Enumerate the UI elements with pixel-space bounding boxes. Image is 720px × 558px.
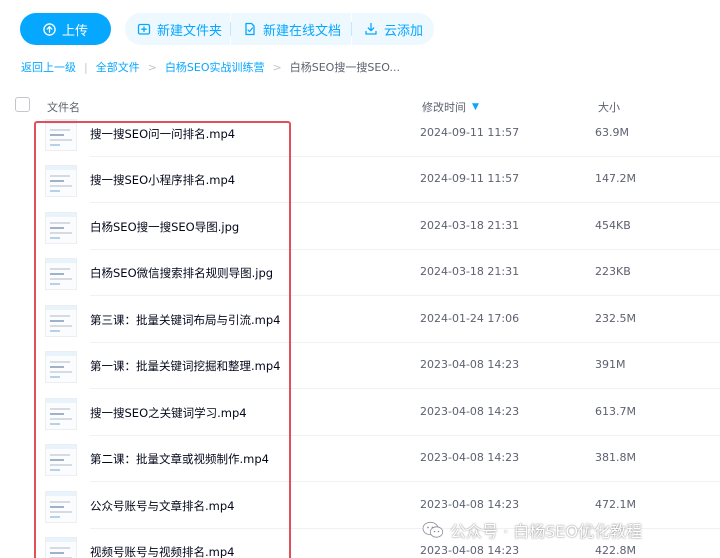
- file-thumbnail: [45, 398, 77, 430]
- breadcrumb-back-link[interactable]: 返回上一级: [21, 59, 76, 75]
- cloud-add-button[interactable]: 云添加: [352, 13, 434, 45]
- file-modified-time: 2024-01-24 17:06: [420, 312, 520, 325]
- file-name[interactable]: 第二课：批量文章或视频制作.mp4: [90, 451, 269, 467]
- breadcrumb: 返回上一级 | 全部文件 > 白杨SEO实战训练营 > 白杨SEO搜一搜SEO.…: [21, 59, 400, 75]
- file-name[interactable]: 白杨SEO搜一搜SEO导图.jpg: [90, 219, 239, 235]
- table-row[interactable]: 搜一搜SEO之关键词学习.mp4 2023-04-08 14:23 613.7M: [0, 390, 720, 436]
- breadcrumb-separator: >: [272, 60, 282, 74]
- folder-plus-icon: [137, 23, 151, 35]
- new-online-doc-label: 新建在线文档: [263, 23, 342, 39]
- file-name[interactable]: 公众号账号与文章排名.mp4: [90, 498, 234, 514]
- table-row[interactable]: 第二课：批量文章或视频制作.mp4 2023-04-08 14:23 381.8…: [0, 436, 720, 482]
- file-size: 381.8M: [595, 451, 636, 464]
- new-online-doc-button[interactable]: 新建在线文档: [231, 13, 351, 45]
- table-row[interactable]: 白杨SEO搜一搜SEO导图.jpg 2024-03-18 21:31 454KB: [0, 204, 720, 250]
- watermark: 公众号 · 白杨SEO优化教程: [422, 518, 642, 542]
- file-size: 391M: [595, 358, 626, 371]
- breadcrumb-all-files-link[interactable]: 全部文件: [96, 59, 140, 75]
- file-modified-time: 2024-03-18 21:31: [420, 219, 520, 232]
- table-row[interactable]: 第一课：批量关键词挖掘和整理.mp4 2023-04-08 14:23 391M: [0, 343, 720, 389]
- document-icon: [245, 22, 255, 36]
- file-thumbnail: [45, 444, 77, 476]
- toolbar: 上传 新建文件夹 新建在线文档 云添加: [0, 0, 720, 56]
- new-folder-button[interactable]: 新建文件夹: [125, 13, 230, 45]
- file-thumbnail: [45, 537, 77, 558]
- file-name[interactable]: 第一课：批量关键词挖掘和整理.mp4: [90, 358, 280, 374]
- file-modified-time: 2023-04-08 14:23: [420, 358, 520, 371]
- breadcrumb-parent-link[interactable]: 白杨SEO实战训练营: [165, 59, 265, 75]
- file-modified-time: 2024-03-18 21:31: [420, 265, 520, 278]
- file-name[interactable]: 搜一搜SEO小程序排名.mp4: [90, 172, 235, 188]
- select-all-checkbox[interactable]: [15, 97, 30, 112]
- file-name[interactable]: 搜一搜SEO问一问排名.mp4: [90, 126, 235, 142]
- file-thumbnail: [45, 258, 77, 290]
- file-size: 232.5M: [595, 312, 636, 325]
- table-row[interactable]: 第三课：批量关键词布局与引流.mp4 2024-01-24 17:06 232.…: [0, 297, 720, 343]
- file-modified-time: 2024-09-11 11:57: [420, 172, 520, 185]
- file-modified-time: 2023-04-08 14:23: [420, 544, 520, 557]
- file-size: 422.8M: [595, 544, 636, 557]
- file-size: 63.9M: [595, 126, 629, 139]
- download-icon: [365, 22, 377, 35]
- file-thumbnail: [45, 212, 77, 244]
- file-thumbnail: [45, 491, 77, 523]
- file-size: 472.1M: [595, 498, 636, 511]
- breadcrumb-separator: |: [84, 60, 88, 74]
- breadcrumb-separator: >: [147, 60, 157, 74]
- file-thumbnail: [45, 119, 77, 151]
- file-modified-time: 2024-09-11 11:57: [420, 126, 520, 139]
- row-divider: [90, 481, 720, 482]
- file-modified-time: 2023-04-08 14:23: [420, 405, 520, 418]
- table-row[interactable]: 搜一搜SEO问一问排名.mp4 2024-09-11 11:57 63.9M: [0, 111, 720, 157]
- file-size: 223KB: [595, 265, 631, 278]
- new-folder-label: 新建文件夹: [157, 23, 223, 39]
- upload-button[interactable]: 上传: [20, 13, 111, 45]
- file-modified-time: 2023-04-08 14:23: [420, 498, 520, 511]
- file-thumbnail: [45, 165, 77, 197]
- cloud-add-label: 云添加: [384, 23, 424, 39]
- file-size: 147.2M: [595, 172, 636, 185]
- breadcrumb-current: 白杨SEO搜一搜SEO...: [289, 61, 400, 74]
- watermark-text: 公众号 · 白杨SEO优化教程: [450, 522, 643, 541]
- row-divider: [90, 295, 720, 296]
- wechat-icon: [422, 521, 444, 538]
- upload-label: 上传: [61, 23, 88, 39]
- file-size: 613.7M: [595, 405, 636, 418]
- row-divider: [90, 202, 720, 203]
- upload-icon: [43, 22, 56, 36]
- file-thumbnail: [45, 351, 77, 383]
- file-size: 454KB: [595, 219, 631, 232]
- file-name[interactable]: 搜一搜SEO之关键词学习.mp4: [90, 405, 247, 421]
- file-name[interactable]: 视频号账号与视频排名.mp4: [90, 544, 234, 558]
- row-divider: [90, 388, 720, 389]
- file-name[interactable]: 白杨SEO微信搜索排名规则导图.jpg: [90, 265, 273, 281]
- file-modified-time: 2023-04-08 14:23: [420, 451, 520, 464]
- file-thumbnail: [45, 305, 77, 337]
- table-row[interactable]: 白杨SEO微信搜索排名规则导图.jpg 2024-03-18 21:31 223…: [0, 250, 720, 296]
- table-row[interactable]: 搜一搜SEO小程序排名.mp4 2024-09-11 11:57 147.2M: [0, 157, 720, 203]
- file-name[interactable]: 第三课：批量关键词布局与引流.mp4: [90, 312, 280, 328]
